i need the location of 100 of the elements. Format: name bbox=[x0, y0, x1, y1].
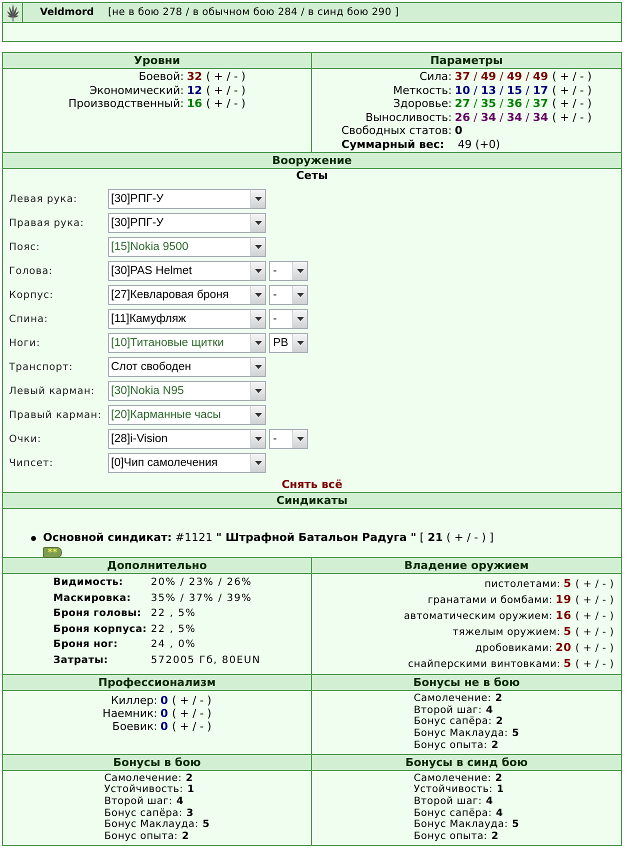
bonus-value: 1 bbox=[496, 784, 504, 796]
info-value: 572005 Гб, 80EUN bbox=[150, 654, 261, 668]
adjust-links[interactable]: ( + / - ) bbox=[552, 84, 592, 96]
info-value: 24 , 0% bbox=[150, 638, 197, 652]
slot-label: Чипсет: bbox=[9, 458, 54, 468]
slot-label: Пояс: bbox=[9, 242, 42, 252]
slot-label: Левый карман: bbox=[9, 386, 96, 396]
bonus-label: Бонус опыта: bbox=[104, 831, 178, 842]
bonus-value: 5 bbox=[512, 819, 520, 830]
modifier-select[interactable]: - bbox=[269, 285, 308, 305]
caret-icon bbox=[250, 214, 265, 232]
item-select[interactable]: [28]i-Vision bbox=[108, 429, 266, 449]
slot-label: Транспорт: bbox=[9, 362, 74, 372]
adjust-links[interactable]: ( + / - ) bbox=[172, 694, 212, 707]
adjust-links[interactable]: ( + / - ) bbox=[575, 611, 614, 622]
adjust-links[interactable]: ( + / - ) bbox=[206, 97, 246, 110]
weight-label: Суммарный вес: bbox=[341, 138, 444, 151]
item-select[interactable]: [20]Карманные часы bbox=[108, 405, 266, 425]
level-label: Боевой: bbox=[138, 70, 184, 84]
slot-label: Левая рука: bbox=[9, 194, 78, 204]
item-select[interactable]: [30]Nokia N95 bbox=[108, 381, 266, 401]
skill-value: 5 bbox=[563, 625, 572, 638]
caret-icon bbox=[250, 238, 265, 256]
adjust-links[interactable]: ( + / - ) bbox=[575, 659, 614, 670]
section-header: Бонусы в бою bbox=[3, 754, 312, 771]
modifier-select[interactable]: РВ bbox=[269, 333, 308, 353]
stat-label: Меткость: bbox=[393, 84, 452, 97]
bonus-label: Бонус сапёра: bbox=[414, 716, 492, 728]
level-label: Производственный: bbox=[68, 97, 184, 110]
bonus-value: 4 bbox=[176, 796, 184, 807]
stat-values: 10 / 13 / 15 / 17 bbox=[454, 84, 548, 96]
bonus-value: 5 bbox=[512, 728, 520, 740]
item-select[interactable]: [15]Nokia 9500 bbox=[108, 237, 266, 257]
item-select[interactable]: [10]Титановые щитки bbox=[108, 333, 266, 353]
adjust-links[interactable]: ( + / - ) bbox=[172, 720, 212, 733]
section-header: Уровни bbox=[3, 53, 312, 69]
skill-value: 19 bbox=[556, 593, 572, 606]
bonus-label: Бонус опыта: bbox=[414, 740, 488, 751]
section-header: Бонусы не в бою bbox=[312, 675, 621, 691]
item-select[interactable]: [11]Камуфляж bbox=[108, 309, 266, 329]
caret-icon bbox=[250, 454, 265, 472]
free-stats-label: Свободных статов: bbox=[341, 124, 452, 138]
info-label: Броня головы: bbox=[53, 607, 142, 621]
stat-values: 26 / 34 / 34 / 34 bbox=[454, 110, 548, 124]
stat-values: 27 / 35 / 36 / 37 bbox=[454, 97, 548, 110]
adjust-links[interactable]: ( + / - ) bbox=[206, 70, 246, 83]
modifier-select[interactable]: - bbox=[269, 429, 308, 449]
rank-badge: ** bbox=[43, 547, 62, 558]
modifier-select[interactable]: - bbox=[269, 261, 308, 281]
level-value: 32 bbox=[186, 70, 202, 83]
caret-icon bbox=[250, 430, 265, 448]
adjust-links[interactable]: ( + / - ) bbox=[172, 707, 212, 720]
adjust-links[interactable]: ( + / - ) bbox=[575, 595, 614, 606]
adjust-links[interactable]: ( + / - ) bbox=[575, 579, 614, 590]
item-select[interactable]: Слот свободен bbox=[108, 357, 266, 377]
bonus-label: Самолечение: bbox=[414, 772, 492, 784]
section-header: Владение оружием bbox=[312, 558, 621, 574]
item-select[interactable]: [27]Кевларовая броня bbox=[108, 285, 266, 305]
skill-label: гранатами и бомбами: bbox=[428, 595, 552, 606]
caret-icon bbox=[292, 310, 307, 328]
item-select[interactable]: [30]РПГ-У bbox=[108, 213, 266, 233]
adjust-links[interactable]: ( + / - ) bbox=[575, 627, 614, 638]
item-select[interactable]: [30]PAS Helmet bbox=[108, 261, 266, 281]
bonus-value: 2 bbox=[496, 716, 504, 728]
bonus-label: Самолечение: bbox=[104, 772, 182, 784]
adjust-links[interactable]: ( + / - ) bbox=[552, 70, 592, 83]
bonus-label: Бонус сапёра: bbox=[414, 808, 492, 819]
profession-value: 0 bbox=[160, 694, 168, 707]
item-select[interactable]: [30]РПГ-У bbox=[108, 189, 266, 209]
profession-value: 0 bbox=[160, 720, 168, 733]
item-select[interactable]: [0]Чип самолечения bbox=[108, 453, 266, 473]
adjust-links[interactable]: ( + / - ) bbox=[552, 110, 592, 124]
section-header: Параметры bbox=[312, 53, 621, 69]
slot-label: Очки: bbox=[9, 434, 42, 444]
adjust-links[interactable]: ( + / - ) bbox=[575, 643, 614, 654]
skill-label: пистолетами: bbox=[484, 579, 560, 590]
info-label: Броня корпуса: bbox=[53, 622, 147, 636]
caret-icon bbox=[292, 430, 307, 448]
adjust-links[interactable]: ( + / - ) bbox=[552, 97, 592, 110]
section-header: Бонусы в синд бою bbox=[312, 754, 621, 771]
profession-label: Боевик: bbox=[112, 720, 158, 733]
info-label: Видимость: bbox=[53, 576, 124, 590]
slot-label: Правый карман: bbox=[9, 410, 103, 420]
bonus-label: Бонус Маклауда: bbox=[414, 819, 508, 830]
sets-label: Сеты bbox=[296, 169, 328, 182]
bonus-value: 2 bbox=[495, 693, 503, 704]
skill-value: 20 bbox=[556, 641, 572, 654]
adjust-links[interactable]: ( + / - ) bbox=[206, 84, 246, 96]
unequip-all-link[interactable]: Снять всё bbox=[282, 478, 342, 491]
level-value: 16 bbox=[186, 97, 202, 110]
skill-label: автоматическим оружием: bbox=[404, 611, 552, 622]
bonus-label: Бонус сапёра: bbox=[104, 808, 182, 819]
modifier-select[interactable]: - bbox=[269, 309, 308, 329]
info-value: 22 , 5% bbox=[150, 607, 197, 621]
section-header: Профессионализм bbox=[3, 675, 312, 691]
skill-label: тяжелым оружием: bbox=[452, 627, 560, 638]
info-value: 35% / 37% / 39% bbox=[150, 592, 254, 606]
hp-summary: [не в бою 278 / в обычном бою 284 / в синд бою 290 ] bbox=[108, 6, 399, 18]
weight-value: 49 (+0) bbox=[458, 138, 500, 150]
profession-label: Наемник: bbox=[102, 707, 158, 720]
